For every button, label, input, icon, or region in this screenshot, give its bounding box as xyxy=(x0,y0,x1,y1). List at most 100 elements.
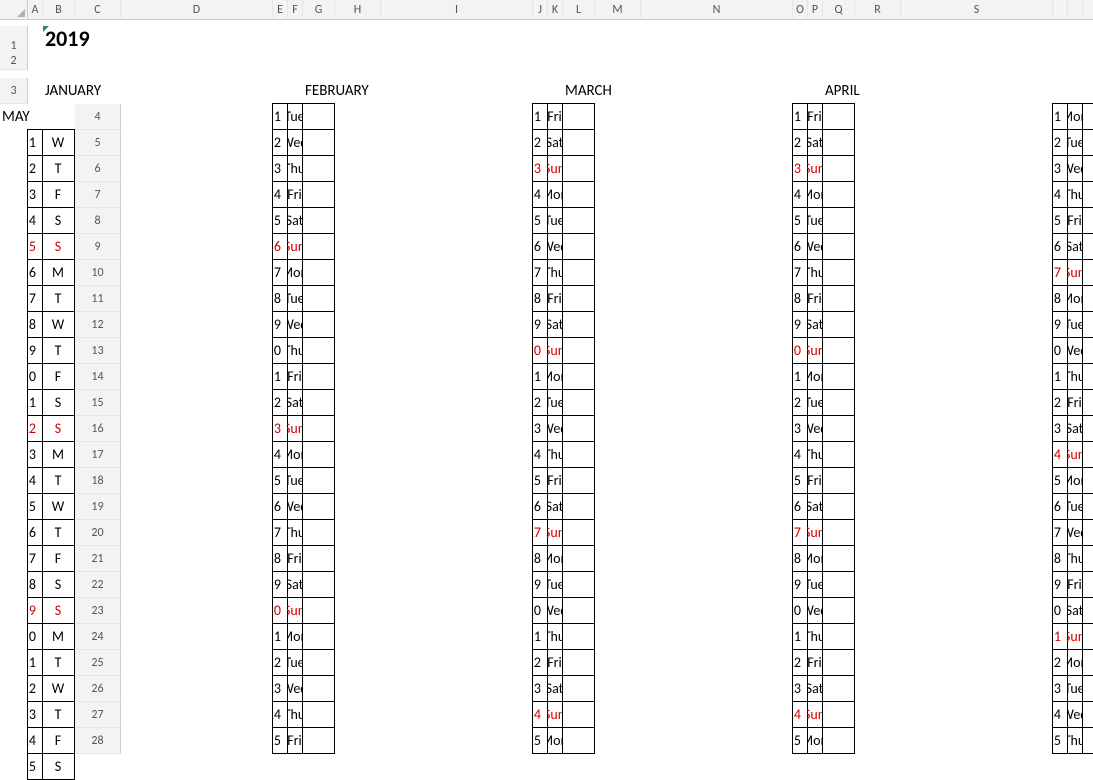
cell[interactable] xyxy=(121,728,273,754)
day-notes[interactable] xyxy=(562,571,595,598)
day-number[interactable]: 10 xyxy=(1052,337,1068,364)
day-notes[interactable] xyxy=(562,103,595,130)
cell[interactable] xyxy=(595,546,641,572)
day-number[interactable]: 1 xyxy=(1052,103,1068,130)
cell[interactable] xyxy=(901,286,1053,312)
cell[interactable] xyxy=(641,494,793,520)
day-notes[interactable] xyxy=(562,155,595,182)
cell[interactable] xyxy=(273,78,288,104)
cell[interactable] xyxy=(855,156,901,182)
cell[interactable] xyxy=(381,286,533,312)
cell[interactable] xyxy=(1068,52,1083,70)
day-number[interactable]: 16 xyxy=(532,493,548,520)
day-notes[interactable] xyxy=(562,493,595,520)
cell[interactable] xyxy=(0,702,28,728)
day-number[interactable]: 25 xyxy=(532,727,548,754)
row-header[interactable]: 27 xyxy=(75,702,121,728)
day-number[interactable]: 25 xyxy=(272,727,288,754)
day-number[interactable]: 14 xyxy=(792,441,808,468)
cell[interactable] xyxy=(595,52,641,70)
cell[interactable] xyxy=(595,598,641,624)
cell[interactable] xyxy=(335,104,381,130)
day-number[interactable]: 3 xyxy=(1052,155,1068,182)
cell[interactable] xyxy=(0,130,28,156)
day-number[interactable]: 13 xyxy=(792,415,808,442)
day-number[interactable]: 22 xyxy=(27,675,43,702)
day-name[interactable]: Tue xyxy=(1067,129,1083,156)
cell[interactable] xyxy=(0,546,28,572)
cell[interactable] xyxy=(303,52,335,70)
cell[interactable] xyxy=(901,338,1053,364)
col-header[interactable]: D xyxy=(121,0,273,20)
day-name[interactable]: Tue xyxy=(287,285,303,312)
day-number[interactable]: 19 xyxy=(272,571,288,598)
day-name[interactable]: Sat xyxy=(547,311,563,338)
cell[interactable] xyxy=(0,364,28,390)
day-name[interactable]: Tue xyxy=(287,649,303,676)
month-name[interactable]: JANUARY xyxy=(43,78,273,104)
day-number[interactable]: 14 xyxy=(272,441,288,468)
day-number[interactable]: 11 xyxy=(532,363,548,390)
day-number[interactable]: 4 xyxy=(27,207,43,234)
day-number[interactable]: 6 xyxy=(1052,233,1068,260)
day-notes[interactable] xyxy=(562,597,595,624)
day-name[interactable]: F xyxy=(42,181,75,208)
cell[interactable] xyxy=(335,702,381,728)
day-name[interactable]: Sun xyxy=(807,701,823,728)
day-notes[interactable] xyxy=(822,727,855,754)
cell[interactable] xyxy=(381,728,533,754)
day-number[interactable]: 7 xyxy=(1052,259,1068,286)
day-name[interactable]: Fri xyxy=(1067,389,1083,416)
day-number[interactable]: 25 xyxy=(792,727,808,754)
day-name[interactable]: S xyxy=(42,415,75,442)
cell[interactable] xyxy=(855,286,901,312)
day-name[interactable]: Wed xyxy=(1067,155,1083,182)
cell[interactable] xyxy=(121,338,273,364)
cell[interactable] xyxy=(641,598,793,624)
day-number[interactable]: 14 xyxy=(532,441,548,468)
cell[interactable] xyxy=(335,728,381,754)
cell[interactable] xyxy=(381,598,533,624)
day-number[interactable]: 19 xyxy=(792,571,808,598)
cell[interactable] xyxy=(595,182,641,208)
day-number[interactable]: 19 xyxy=(27,597,43,624)
day-name[interactable]: Fri xyxy=(807,649,823,676)
day-name[interactable]: Tue xyxy=(287,103,303,130)
day-number[interactable]: 13 xyxy=(272,415,288,442)
cell[interactable] xyxy=(595,364,641,390)
cell[interactable] xyxy=(901,104,1053,130)
day-name[interactable]: Mon xyxy=(807,363,823,390)
day-number[interactable]: 21 xyxy=(792,623,808,650)
day-notes[interactable] xyxy=(1082,467,1093,494)
day-name[interactable]: Fri xyxy=(807,103,823,130)
day-name[interactable]: Wed xyxy=(1067,519,1083,546)
day-name[interactable]: Mon xyxy=(287,441,303,468)
cell[interactable] xyxy=(381,130,533,156)
col-header[interactable]: Q xyxy=(823,0,855,20)
day-number[interactable]: 13 xyxy=(27,441,43,468)
col-header[interactable]: M xyxy=(595,0,641,20)
cell[interactable] xyxy=(901,468,1053,494)
cell[interactable] xyxy=(335,676,381,702)
day-name[interactable]: Thu xyxy=(287,337,303,364)
day-name[interactable]: Tue xyxy=(1067,311,1083,338)
cell[interactable] xyxy=(335,234,381,260)
cell[interactable] xyxy=(855,390,901,416)
day-number[interactable]: 2 xyxy=(27,155,43,182)
cell[interactable] xyxy=(901,234,1053,260)
cell[interactable] xyxy=(381,676,533,702)
day-number[interactable]: 9 xyxy=(272,311,288,338)
day-name[interactable]: Mon xyxy=(287,623,303,650)
day-number[interactable]: 10 xyxy=(532,337,548,364)
cell[interactable] xyxy=(0,468,28,494)
day-number[interactable]: 18 xyxy=(272,545,288,572)
day-notes[interactable] xyxy=(562,389,595,416)
day-name[interactable]: Sat xyxy=(547,675,563,702)
day-name[interactable]: Sat xyxy=(807,311,823,338)
cell[interactable] xyxy=(335,572,381,598)
day-number[interactable]: 5 xyxy=(272,207,288,234)
day-notes[interactable] xyxy=(1082,701,1093,728)
col-header[interactable] xyxy=(1053,0,1068,20)
cell[interactable] xyxy=(0,598,28,624)
cell[interactable] xyxy=(641,104,793,130)
